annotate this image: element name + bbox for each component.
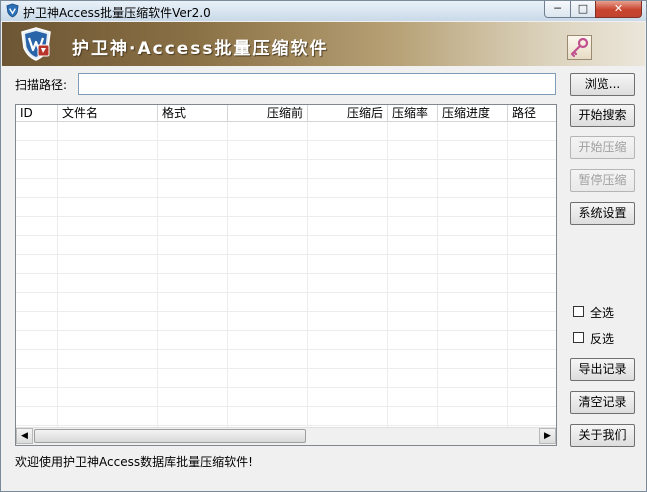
grid-line: [16, 254, 556, 255]
system-settings-button[interactable]: 系统设置: [570, 202, 635, 225]
column-header-id[interactable]: ID: [16, 105, 58, 121]
grid-line: [16, 387, 556, 388]
title-bar[interactable]: 护卫神Access批量压缩软件Ver2.0 ─ □ ✕: [1, 1, 646, 21]
grid-line: [16, 197, 556, 198]
key-button[interactable]: [567, 35, 592, 60]
grid-line: [16, 406, 556, 407]
horizontal-scrollbar[interactable]: ◀ ▶: [16, 427, 556, 445]
column-header-path[interactable]: 路径: [508, 105, 556, 121]
grid-line: [16, 235, 556, 236]
checkbox-box[interactable]: [573, 306, 584, 317]
grid-line: [16, 159, 556, 160]
column-header-size-after[interactable]: 压缩后: [308, 105, 388, 121]
status-message: 欢迎使用护卫神Access数据库批量压缩软件!: [15, 455, 253, 469]
clear-log-button[interactable]: 清空记录: [570, 391, 635, 414]
grid-line: [16, 330, 556, 331]
arrow-left-icon: ◀: [21, 431, 28, 441]
start-compress-button[interactable]: 开始压缩: [570, 136, 635, 159]
browse-button[interactable]: 浏览...: [570, 73, 635, 96]
start-search-button[interactable]: 开始搜索: [570, 104, 635, 127]
grid-line: [16, 311, 556, 312]
grid-line: [16, 140, 556, 141]
grid-line: [16, 368, 556, 369]
key-icon: [570, 37, 589, 58]
invert-select-label: 反选: [590, 332, 615, 346]
grid-line: [16, 178, 556, 179]
list-header: ID 文件名 格式 压缩前 压缩后 压缩率 压缩进度 路径: [16, 105, 556, 122]
list-grid: [16, 122, 556, 429]
grid-line: [387, 122, 388, 429]
shield-logo-icon: [21, 27, 51, 61]
column-header-format[interactable]: 格式: [158, 105, 228, 121]
column-header-ratio[interactable]: 压缩率: [388, 105, 438, 121]
grid-line: [16, 349, 556, 350]
main-window: 护卫神Access批量压缩软件Ver2.0 ─ □ ✕ 护卫神·Access批量…: [0, 0, 647, 492]
file-list[interactable]: ID 文件名 格式 压缩前 压缩后 压缩率 压缩进度 路径 ◀ ▶: [15, 104, 557, 446]
grid-line: [16, 216, 556, 217]
app-shield-icon: [6, 3, 19, 18]
arrow-right-icon: ▶: [544, 431, 551, 441]
banner: 护卫神·Access批量压缩软件: [2, 22, 645, 66]
select-all-label: 全选: [590, 306, 615, 320]
maximize-button[interactable]: □: [570, 1, 596, 18]
grid-line: [227, 122, 228, 429]
grid-line: [57, 122, 58, 429]
grid-line: [507, 122, 508, 429]
pause-compress-button[interactable]: 暂停压缩: [570, 169, 635, 192]
close-button[interactable]: ✕: [595, 1, 642, 18]
grid-line: [307, 122, 308, 429]
scroll-left-button[interactable]: ◀: [16, 428, 33, 444]
scroll-right-button[interactable]: ▶: [539, 428, 556, 444]
minimize-button[interactable]: ─: [544, 1, 571, 18]
grid-line: [16, 425, 556, 426]
window-title: 护卫神Access批量压缩软件Ver2.0: [23, 6, 211, 20]
column-header-progress[interactable]: 压缩进度: [438, 105, 508, 121]
scan-path-input[interactable]: [78, 73, 556, 95]
grid-line: [16, 273, 556, 274]
about-us-button[interactable]: 关于我们: [570, 424, 635, 447]
column-header-filename[interactable]: 文件名: [58, 105, 158, 121]
scroll-thumb[interactable]: [34, 429, 306, 443]
grid-line: [16, 292, 556, 293]
grid-line: [157, 122, 158, 429]
scan-path-label: 扫描路径:: [15, 78, 68, 92]
banner-title: 护卫神·Access批量压缩软件: [72, 39, 329, 59]
export-log-button[interactable]: 导出记录: [570, 358, 635, 381]
grid-line: [437, 122, 438, 429]
column-header-size-before[interactable]: 压缩前: [228, 105, 308, 121]
checkbox-box[interactable]: [573, 332, 584, 343]
